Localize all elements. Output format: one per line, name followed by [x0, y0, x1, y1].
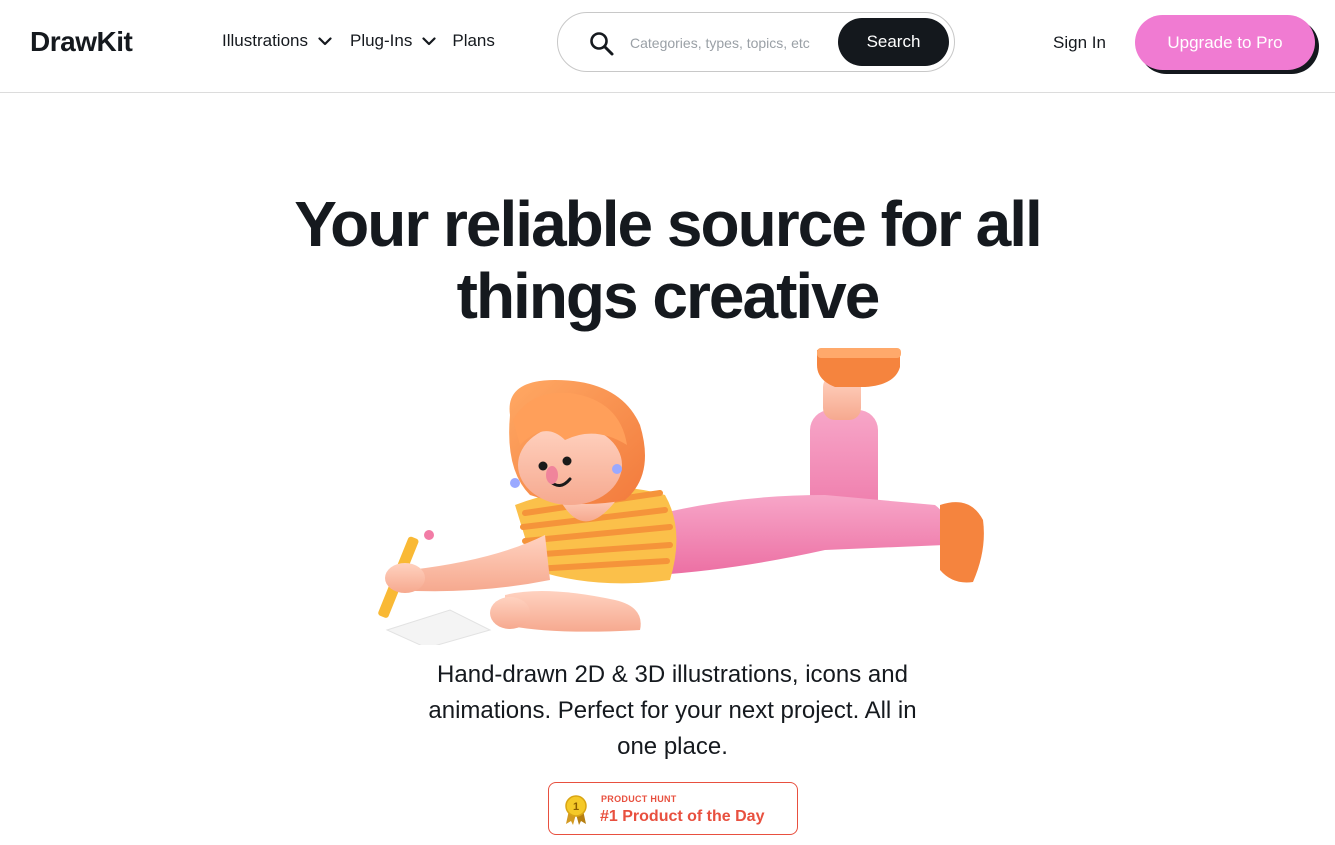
brand-logo[interactable]: DrawKit [30, 26, 133, 58]
hero-illustration [378, 348, 984, 645]
top-navbar: DrawKit Illustrations Plug-Ins Plans Sea… [0, 0, 1335, 93]
nav-item-illustrations[interactable]: Illustrations [222, 31, 332, 51]
nav-item-label: Plans [452, 31, 495, 50]
search-icon [590, 32, 614, 56]
chevron-down-icon [422, 36, 436, 45]
upgrade-to-pro-button[interactable]: Upgrade to Pro [1135, 15, 1315, 70]
nav-item-label: Illustrations [222, 31, 308, 50]
main-nav: Illustrations Plug-Ins Plans [222, 31, 513, 51]
nav-item-label: Plug-Ins [349, 31, 413, 50]
sign-in-link[interactable]: Sign In [1053, 33, 1106, 53]
hero-title-line-2: things creative [456, 260, 881, 332]
badge-title: #1 Product of the Day [600, 808, 765, 825]
hero-title-line-1: Your reliable source for all [294, 188, 1043, 260]
search-button[interactable]: Search [838, 18, 949, 66]
medal-number: 1 [573, 801, 579, 813]
chevron-down-icon [318, 36, 332, 45]
search-bar: Search [557, 12, 955, 72]
hero-subtitle: Hand-drawn 2D & 3D illustrations, icons … [428, 661, 917, 760]
medal-icon: 1 [565, 795, 587, 825]
badge-eyebrow: PRODUCT HUNT [601, 794, 677, 804]
nav-item-plug-ins[interactable]: Plug-Ins [350, 31, 436, 51]
hero-title: Your reliable source for all things crea… [0, 188, 1335, 332]
search-input[interactable] [630, 30, 820, 56]
nav-item-plans[interactable]: Plans [452, 31, 495, 51]
product-hunt-badge[interactable]: 1 PRODUCT HUNT #1 Product of the Day [548, 782, 798, 835]
